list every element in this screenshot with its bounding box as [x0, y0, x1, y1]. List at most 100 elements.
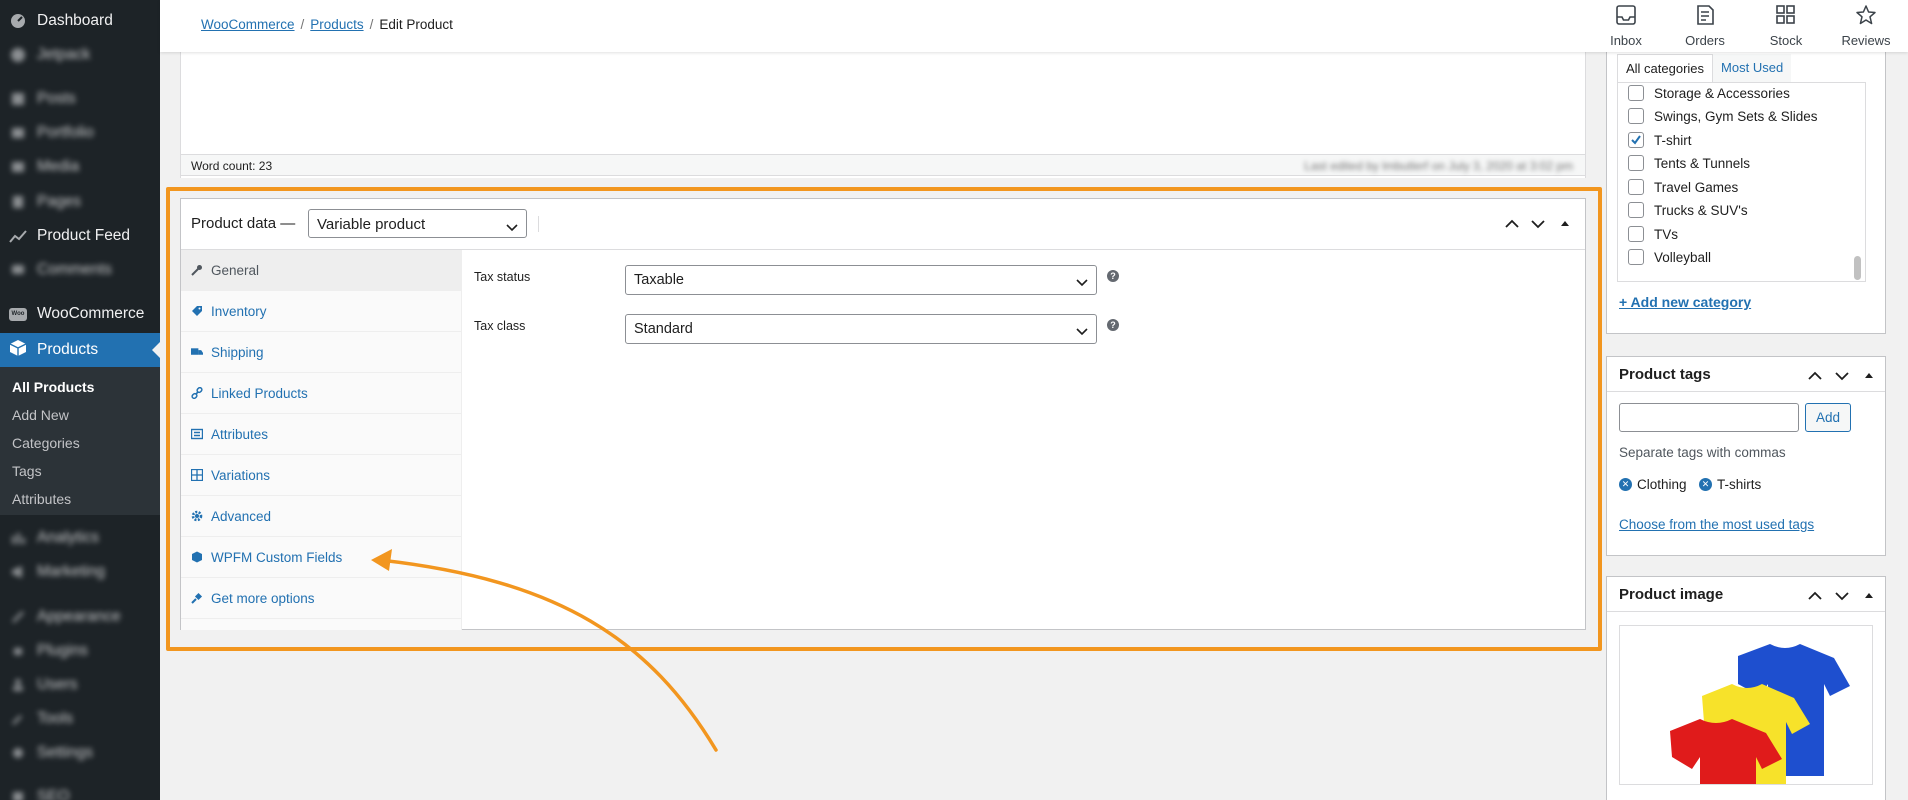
tab-all-categories[interactable]: All categories — [1617, 54, 1714, 82]
sidebar-item-marketing[interactable]: Marketing — [0, 561, 160, 583]
add-new-category-link[interactable]: + Add new category — [1619, 294, 1751, 310]
move-down-icon[interactable] — [1834, 589, 1850, 607]
sidebar-item-plugins[interactable]: Plugins — [0, 640, 160, 662]
reviews-label: Reviews — [1841, 33, 1891, 48]
sidebar-item-woocommerce[interactable]: Woo WooCommerce — [0, 303, 160, 325]
product-feed-icon — [9, 227, 27, 245]
submenu-add-new[interactable]: Add New — [12, 407, 69, 423]
add-tag-button[interactable]: Add — [1805, 403, 1851, 432]
inbox-button[interactable]: Inbox — [1589, 4, 1663, 48]
category-item[interactable]: Volleyball — [1628, 249, 1711, 265]
category-item[interactable]: TVs — [1628, 226, 1678, 242]
breadcrumb-separator: / — [369, 17, 374, 32]
sidebar-item-portfolio[interactable]: Portfolio — [0, 122, 160, 144]
category-checklist[interactable]: Storage & Accessories Swings, Gym Sets &… — [1617, 82, 1866, 282]
product-tags-title: Product tags — [1619, 366, 1711, 383]
breadcrumb-products-link[interactable]: Products — [310, 17, 363, 32]
sidebar-item-comments[interactable]: Comments — [0, 259, 160, 281]
tag-chip: ✕ T-shirts — [1699, 477, 1761, 492]
sidebar-item-label: Marketing — [37, 563, 106, 580]
product-image-title: Product image — [1619, 586, 1724, 603]
sidebar-item-label: Products — [37, 341, 99, 358]
woocommerce-header: WooCommerce / Products / Edit Product In… — [160, 0, 1908, 52]
category-tabs: All categories Most Used — [1617, 54, 1792, 82]
category-label: Trucks & SUV's — [1654, 202, 1748, 218]
seo-icon — [9, 788, 27, 800]
pages-icon — [9, 193, 27, 211]
sidebar-item-posts[interactable]: Posts — [0, 88, 160, 110]
category-item[interactable]: Travel Games — [1628, 179, 1738, 195]
submenu-tags[interactable]: Tags — [12, 463, 42, 479]
woocommerce-icon: Woo — [9, 305, 27, 323]
sidebar-item-settings[interactable]: Settings — [0, 742, 160, 764]
toggle-panel-icon[interactable] — [1863, 589, 1875, 607]
category-checkbox[interactable] — [1628, 179, 1644, 195]
submenu-attributes[interactable]: Attributes — [12, 491, 71, 507]
star-icon — [1855, 4, 1877, 33]
sidebar-item-label: WooCommerce — [37, 305, 145, 322]
sidebar-item-label: Tools — [37, 710, 74, 727]
move-down-icon[interactable] — [1834, 369, 1850, 387]
category-checkbox[interactable] — [1628, 108, 1644, 124]
category-item[interactable]: Storage & Accessories — [1628, 85, 1790, 101]
toggle-panel-icon[interactable] — [1863, 369, 1875, 387]
move-up-icon[interactable] — [1807, 589, 1823, 607]
posts-icon — [9, 90, 27, 108]
highlight-frame — [166, 187, 1602, 651]
product-tags-box: Product tags Add Separate tags with comm… — [1606, 356, 1886, 556]
sidebar-item-label: Pages — [37, 193, 81, 210]
sidebar-item-label: Jetpack — [37, 46, 91, 63]
most-used-tags-link[interactable]: Choose from the most used tags — [1619, 517, 1814, 532]
editor-status-bar: Word count: 23 Last edited by lmbutlerf … — [180, 154, 1586, 176]
sidebar-item-jetpack[interactable]: Jetpack — [0, 44, 160, 66]
sidebar-item-label: Dashboard — [37, 12, 113, 29]
sidebar-item-label: Appearance — [37, 608, 121, 625]
move-up-icon[interactable] — [1807, 369, 1823, 387]
sidebar-item-product-feed[interactable]: Product Feed — [0, 225, 160, 247]
scrollbar-thumb[interactable] — [1854, 256, 1861, 280]
breadcrumb-woocommerce-link[interactable]: WooCommerce — [201, 17, 295, 32]
submenu-categories[interactable]: Categories — [12, 435, 80, 451]
category-checkbox[interactable] — [1628, 132, 1644, 148]
sidebar-item-dashboard[interactable]: Dashboard — [0, 10, 160, 32]
tag-input[interactable] — [1619, 403, 1799, 432]
category-label: Travel Games — [1654, 179, 1739, 195]
submenu-all-products[interactable]: All Products — [12, 379, 94, 395]
sidebar-item-label: Media — [37, 158, 80, 175]
sidebar-item-label: Product Feed — [37, 227, 131, 244]
marketing-icon — [9, 563, 27, 581]
category-item[interactable]: Trucks & SUV's — [1628, 202, 1748, 218]
orders-button[interactable]: Orders — [1668, 4, 1742, 48]
sidebar-item-label: SEO — [37, 788, 70, 800]
category-checkbox[interactable] — [1628, 226, 1644, 242]
category-checkbox[interactable] — [1628, 202, 1644, 218]
category-label: Volleyball — [1654, 249, 1712, 265]
sidebar-item-label: Plugins — [37, 642, 88, 659]
category-item[interactable]: Swings, Gym Sets & Slides — [1628, 108, 1818, 124]
tab-most-used[interactable]: Most Used — [1713, 54, 1792, 82]
breadcrumb-current: Edit Product — [379, 17, 453, 32]
category-checkbox[interactable] — [1628, 155, 1644, 171]
comments-icon — [9, 261, 27, 279]
remove-tag-icon[interactable]: ✕ — [1619, 478, 1632, 491]
category-checkbox[interactable] — [1628, 85, 1644, 101]
reviews-button[interactable]: Reviews — [1829, 4, 1903, 48]
stock-button[interactable]: Stock — [1749, 4, 1823, 48]
sidebar-item-users[interactable]: Users — [0, 674, 160, 696]
sidebar-item-label: Users — [37, 676, 78, 693]
sidebar-item-seo[interactable]: SEO — [0, 786, 160, 800]
category-item[interactable]: T-shirt — [1628, 132, 1692, 148]
category-item[interactable]: Tents & Tunnels — [1628, 155, 1750, 171]
remove-tag-icon[interactable]: ✕ — [1699, 478, 1712, 491]
sidebar-item-media[interactable]: Media — [0, 156, 160, 178]
product-image[interactable] — [1619, 625, 1873, 785]
orders-icon — [1694, 4, 1716, 33]
sidebar-item-tools[interactable]: Tools — [0, 708, 160, 730]
sidebar-item-appearance[interactable]: Appearance — [0, 606, 160, 628]
sidebar-item-products[interactable]: Products — [0, 333, 160, 367]
tag-hint: Separate tags with commas — [1619, 445, 1786, 460]
category-checkbox[interactable] — [1628, 249, 1644, 265]
sidebar-item-pages[interactable]: Pages — [0, 191, 160, 213]
sidebar-item-analytics[interactable]: Analytics — [0, 527, 160, 549]
admin-sidebar: Dashboard Jetpack Posts Portfolio Media … — [0, 0, 160, 800]
